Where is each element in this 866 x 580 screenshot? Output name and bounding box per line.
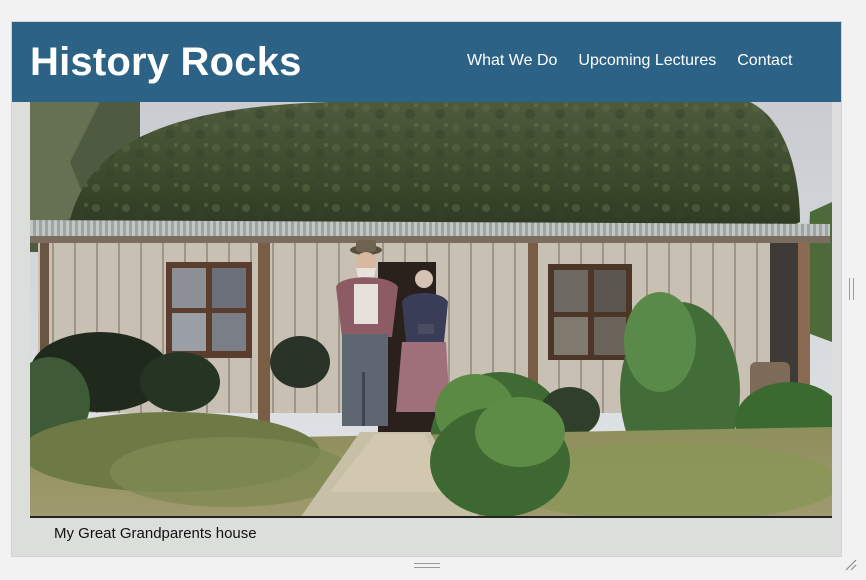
vertical-resize-handle[interactable] <box>849 278 854 300</box>
horizontal-resize-handle[interactable] <box>414 563 440 568</box>
nav-link-what-we-do[interactable]: What We Do <box>467 50 557 72</box>
site-header: History Rocks What We Do Upcoming Lectur… <box>12 22 841 102</box>
house-photo <box>30 102 832 518</box>
main-nav: What We Do Upcoming Lectures Contact <box>467 50 792 72</box>
nav-link-contact[interactable]: Contact <box>737 50 792 72</box>
nav-link-upcoming-lectures[interactable]: Upcoming Lectures <box>578 50 716 72</box>
photo-caption: My Great Grandparents house <box>54 525 257 542</box>
site-title: History Rocks <box>30 40 302 84</box>
page-frame: History Rocks What We Do Upcoming Lectur… <box>12 22 841 556</box>
resize-grip-icon[interactable] <box>844 558 858 572</box>
